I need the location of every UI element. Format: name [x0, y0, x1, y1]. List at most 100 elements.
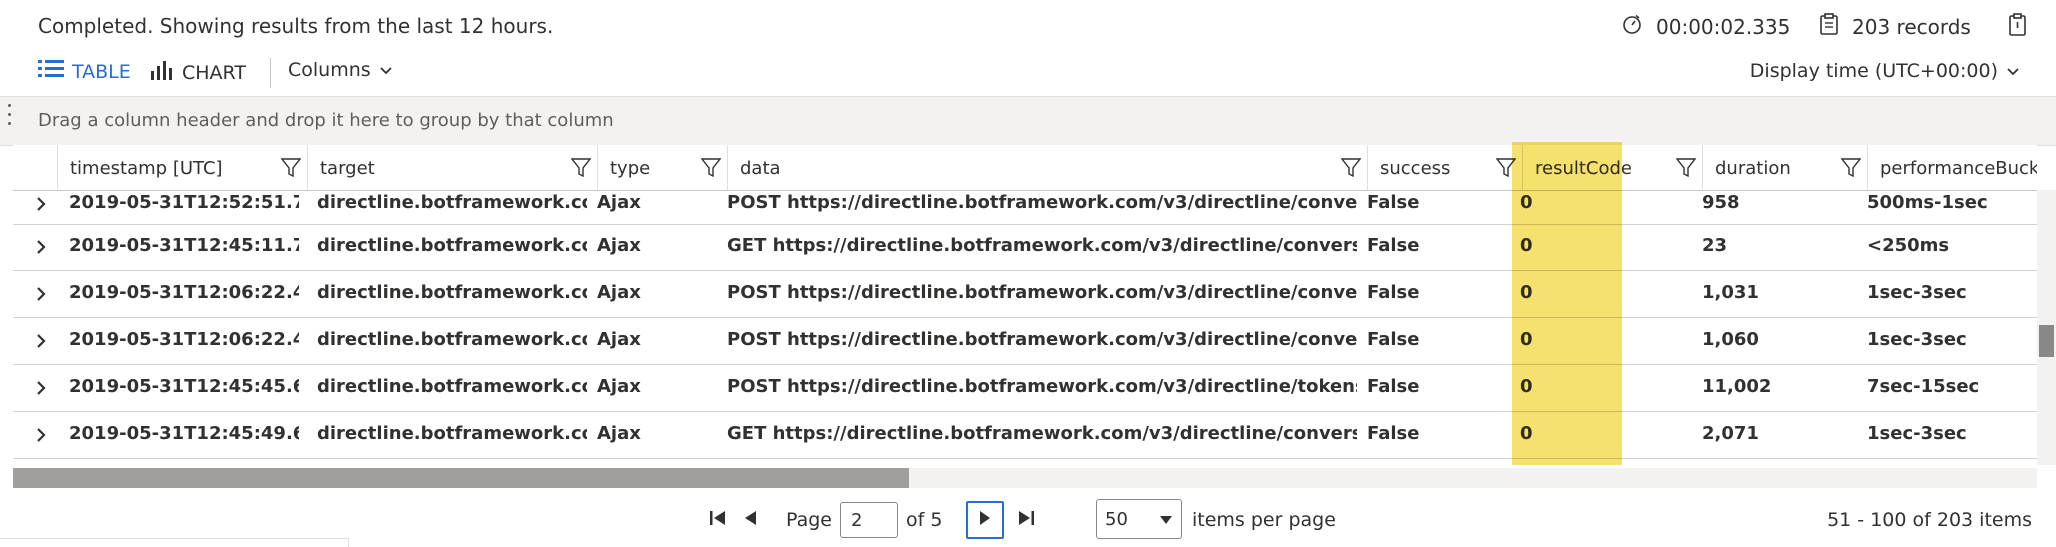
duration-value: 00:00:02.335 [1656, 14, 1791, 39]
copy-icon[interactable] [2007, 12, 2029, 42]
cell-success: False [1367, 235, 1420, 256]
filter-icon[interactable] [700, 157, 722, 179]
columns-dropdown[interactable]: Columns [288, 59, 393, 81]
column-header-label: type [610, 158, 651, 179]
page-size-select[interactable]: 50 [1096, 499, 1182, 539]
previous-page-icon[interactable] [742, 508, 758, 533]
drag-grip-icon [8, 104, 12, 130]
cell-timestamp: 2019-05-31T12:45:49.697 [69, 423, 299, 444]
cell-duration: 11,002 [1702, 376, 1772, 397]
table-view-label: TABLE [72, 60, 131, 83]
next-page-button[interactable] [966, 501, 1005, 539]
column-header-performancebucket[interactable]: performanceBucket [1868, 145, 2037, 190]
record-count: 203 records [1818, 12, 1971, 41]
expand-row-icon[interactable] [33, 425, 49, 445]
filter-icon[interactable] [1675, 157, 1697, 179]
column-header-label: success [1380, 158, 1451, 179]
stopwatch-icon [1620, 12, 1644, 41]
grid-header: timestamp [UTC] target type data success… [13, 145, 2037, 191]
table-row[interactable]: 2019-05-31T12:45:45.630 directline.botfr… [13, 366, 2037, 412]
cell-performancebucket: 1sec-3sec [1867, 423, 1967, 444]
clipboard-icon [1818, 12, 1840, 41]
chart-view-button[interactable]: CHART [150, 59, 246, 86]
resultcode-column-highlight [1512, 142, 1622, 465]
cell-data: GET https://directline.botframework.com/… [727, 423, 1357, 444]
cell-success: False [1367, 423, 1420, 444]
chevron-down-icon [2006, 60, 2020, 82]
query-status-text: Completed. Showing results from the last… [38, 14, 554, 38]
column-header-duration[interactable]: duration [1703, 145, 1868, 190]
toolbar-divider [270, 58, 271, 88]
column-header-label: performanceBucket [1880, 158, 2037, 179]
cell-target: directline.botframework.com [317, 329, 587, 350]
results-grid: timestamp [UTC] target type data success… [13, 145, 2037, 465]
cell-success: False [1367, 282, 1420, 303]
cell-duration: 2,071 [1702, 423, 1759, 444]
column-header-label: timestamp [UTC] [70, 158, 223, 179]
cell-type: Ajax [597, 329, 641, 350]
table-row[interactable]: 2019-05-31T12:52:51.722 directline.botfr… [13, 190, 2037, 225]
cell-target: directline.botframework.com [317, 376, 587, 397]
cell-performancebucket: 1sec-3sec [1867, 282, 1967, 303]
chart-icon [150, 59, 174, 86]
expander-column-header [13, 145, 58, 190]
column-header-label: target [320, 158, 375, 179]
chart-view-label: CHART [182, 61, 246, 84]
cell-type: Ajax [597, 423, 641, 444]
filter-icon[interactable] [280, 157, 302, 179]
next-page-icon [978, 509, 992, 532]
cell-type: Ajax [597, 376, 641, 397]
cell-success: False [1367, 376, 1420, 397]
cell-target: directline.botframework.com [317, 282, 587, 303]
table-row[interactable]: 2019-05-31T12:06:22.435 directline.botfr… [13, 272, 2037, 318]
items-range-label: 51 - 100 of 203 items [1827, 509, 2032, 531]
cell-duration: 1,031 [1702, 282, 1759, 303]
page-label: Page [786, 509, 832, 531]
chevron-down-icon [379, 59, 393, 81]
table-icon [38, 59, 64, 84]
column-header-target[interactable]: target [308, 145, 598, 190]
page-count-label: of 5 [906, 509, 943, 531]
first-page-icon[interactable] [708, 508, 728, 533]
cell-timestamp: 2019-05-31T12:06:22.433 [69, 329, 299, 350]
items-per-page-label: items per page [1192, 509, 1336, 531]
cell-timestamp: 2019-05-31T12:45:11.761 [69, 235, 299, 256]
cell-type: Ajax [597, 235, 641, 256]
cell-performancebucket: 7sec-15sec [1867, 376, 1980, 397]
cell-data: POST https://directline.botframework.com… [727, 282, 1357, 303]
display-time-dropdown[interactable]: Display time (UTC+00:00) [1750, 60, 2020, 82]
cell-performancebucket: 1sec-3sec [1867, 329, 1967, 350]
expand-row-icon[interactable] [33, 237, 49, 257]
table-view-button[interactable]: TABLE [38, 59, 131, 84]
display-time-label: Display time (UTC+00:00) [1749, 60, 1998, 82]
table-row[interactable]: 2019-05-31T12:06:22.433 directline.botfr… [13, 319, 2037, 365]
table-row[interactable]: 2019-05-31T12:45:49.697 directline.botfr… [13, 413, 2037, 459]
cell-performancebucket: <250ms [1867, 235, 1950, 256]
expand-row-icon[interactable] [33, 378, 49, 398]
column-header-label: duration [1715, 158, 1791, 179]
cell-timestamp: 2019-05-31T12:45:45.630 [69, 376, 299, 397]
cell-duration: 23 [1702, 235, 1728, 256]
horizontal-scrollbar-thumb[interactable] [13, 468, 909, 488]
table-row[interactable]: 2019-05-31T12:45:11.761 directline.botfr… [13, 225, 2037, 271]
pagination-controls: Page of 5 [708, 500, 1036, 540]
filter-icon[interactable] [1340, 157, 1362, 179]
filter-icon[interactable] [570, 157, 592, 179]
page-number-input[interactable] [840, 502, 898, 538]
expand-row-icon[interactable] [33, 194, 49, 214]
cell-target: directline.botframework.com [317, 423, 587, 444]
vertical-scrollbar-thumb[interactable] [2039, 325, 2054, 357]
cell-target: directline.botframework.com [317, 235, 587, 256]
column-header-data[interactable]: data [728, 145, 1368, 190]
column-header-success[interactable]: success [1368, 145, 1523, 190]
filter-icon[interactable] [1840, 157, 1862, 179]
expand-row-icon[interactable] [33, 331, 49, 351]
last-page-icon[interactable] [1016, 508, 1036, 533]
cell-type: Ajax [597, 282, 641, 303]
column-header-type[interactable]: type [598, 145, 728, 190]
query-duration: 00:00:02.335 [1620, 12, 1790, 41]
cell-data: POST https://directline.botframework.com… [727, 376, 1357, 397]
expand-row-icon[interactable] [33, 284, 49, 304]
column-header-timestamp[interactable]: timestamp [UTC] [58, 145, 308, 190]
cell-data: GET https://directline.botframework.com/… [727, 235, 1357, 256]
